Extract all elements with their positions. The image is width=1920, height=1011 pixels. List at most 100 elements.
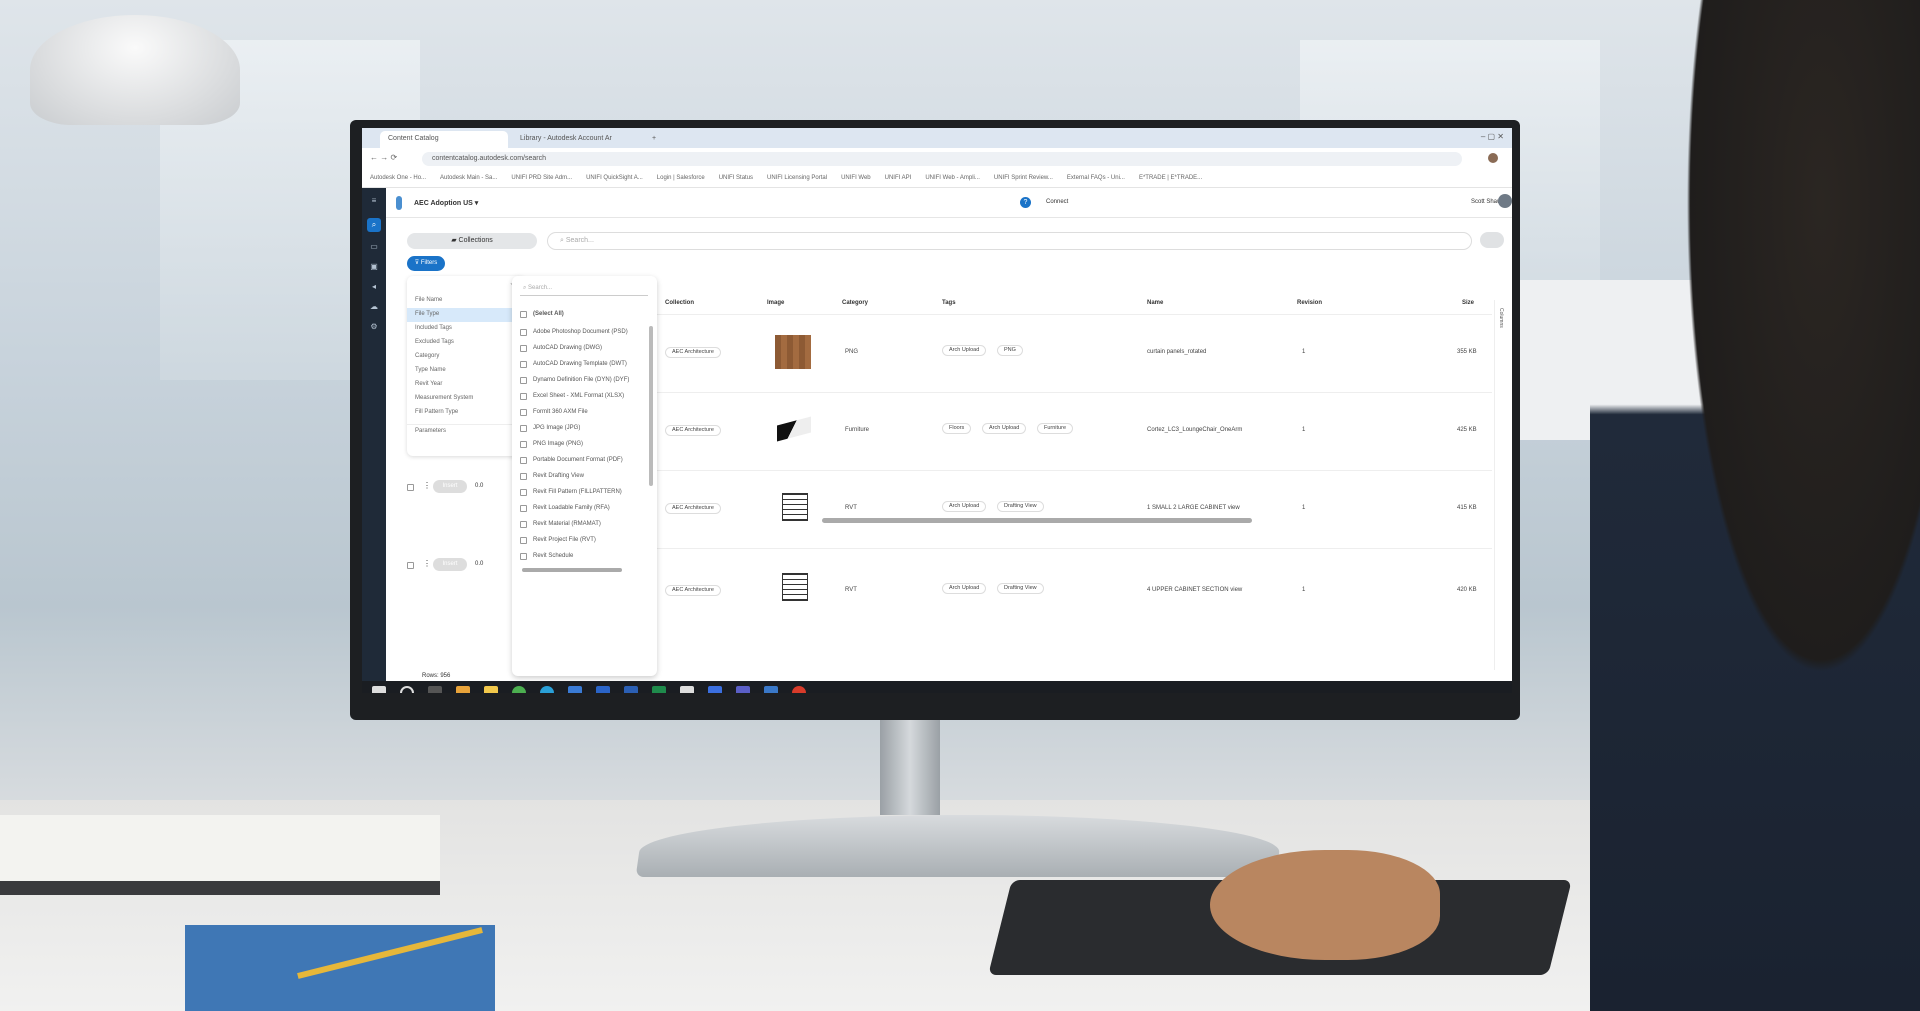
drag-handle-icon[interactable]: ⋮ (423, 481, 431, 490)
app-icon[interactable] (708, 686, 722, 693)
filter-parameters[interactable]: Parameters (407, 424, 525, 438)
new-tab-button[interactable]: + (644, 131, 664, 148)
option[interactable]: AutoCAD Drawing (DWG) (520, 340, 650, 356)
bookmark[interactable]: UNIFI QuickSight A... (586, 175, 643, 182)
option[interactable]: JPG Image (JPG) (520, 420, 650, 436)
bookmark[interactable]: UNIFI Sprint Review... (994, 175, 1053, 182)
app-icon[interactable] (568, 686, 582, 693)
megaphone-icon[interactable]: ◂ (367, 280, 381, 294)
cloud-icon[interactable]: ☁ (367, 300, 381, 314)
row-checkbox[interactable] (407, 484, 414, 491)
collections-button[interactable]: ▰ Collections (407, 233, 537, 249)
filter-fill-pattern-type[interactable]: Fill Pattern Type (407, 406, 525, 420)
checkbox[interactable] (520, 392, 527, 400)
option[interactable]: Revit Project File (RVT) (520, 532, 650, 548)
app-icon[interactable] (596, 686, 610, 693)
checkbox[interactable] (520, 328, 527, 336)
start-icon[interactable] (372, 686, 386, 693)
app-icon[interactable] (680, 686, 694, 693)
filter-type-name[interactable]: Type Name (407, 364, 525, 378)
checkbox[interactable] (520, 488, 527, 496)
filter-file-type[interactable]: File Type (407, 308, 525, 322)
name-cell[interactable]: Cortez_LC3_LoungeChair_OneArm (1147, 427, 1242, 433)
horizontal-scrollbar[interactable] (822, 518, 1252, 523)
filters-button[interactable]: ⊽ Filters (407, 256, 445, 271)
option[interactable]: Revit Drafting View (520, 468, 650, 484)
profile-avatar[interactable] (1488, 153, 1498, 163)
file-explorer-icon[interactable] (456, 686, 470, 693)
column-header-name[interactable]: Name (1147, 300, 1163, 306)
column-header-size[interactable]: Size (1462, 300, 1474, 306)
window-controls[interactable]: – ▢ ✕ (1481, 132, 1504, 141)
insert-button[interactable]: Insert (433, 480, 467, 493)
insert-button[interactable]: Insert (433, 558, 467, 571)
columns-side-panel[interactable]: Columns (1494, 300, 1504, 670)
name-cell[interactable]: 4 UPPER CABINET SECTION view (1147, 587, 1242, 593)
bookmark[interactable]: E*TRADE | E*TRADE... (1139, 175, 1202, 182)
connect-button[interactable]: Connect (1046, 199, 1068, 205)
option-select-all[interactable]: (Select All) (520, 306, 650, 322)
filter-revit-year[interactable]: Revit Year (407, 378, 525, 392)
name-cell[interactable]: 1 SMALL 2 LARGE CABINET view (1147, 505, 1240, 511)
option[interactable]: Revit Material (RMAMAT) (520, 516, 650, 532)
bookmark[interactable]: External FAQs - Uni... (1067, 175, 1125, 182)
dropdown-hscrollbar[interactable] (522, 568, 622, 572)
app-icon[interactable] (484, 686, 498, 693)
save-icon[interactable]: ▣ (367, 260, 381, 274)
bookmark[interactable]: UNIFI Web - Ampli... (925, 175, 980, 182)
column-header-image[interactable]: Image (767, 300, 784, 306)
table-row[interactable]: AEC Architecture RVT Arch Upload Draftin… (657, 470, 1492, 548)
checkbox[interactable] (520, 310, 527, 318)
option[interactable]: Adobe Photoshop Document (PSD) (520, 324, 650, 340)
help-icon[interactable]: ? (1020, 197, 1031, 208)
checkbox[interactable] (520, 520, 527, 528)
table-row[interactable]: AEC Architecture Furniture Floors Arch U… (657, 392, 1492, 470)
filter-included-tags[interactable]: Included Tags (407, 322, 525, 336)
search-icon[interactable]: ⌕ (367, 218, 381, 232)
teams-icon[interactable] (736, 686, 750, 693)
view-toggle-button[interactable] (1480, 232, 1504, 248)
checkbox[interactable] (520, 552, 527, 560)
checkbox[interactable] (520, 472, 527, 480)
dropdown-scrollbar[interactable] (649, 326, 653, 486)
settings-icon[interactable]: ⚙ (367, 320, 381, 334)
option[interactable]: Portable Document Format (PDF) (520, 452, 650, 468)
tab-library[interactable]: Library - Autodesk Account Ar (512, 131, 640, 148)
filter-file-name[interactable]: File Name (407, 294, 525, 308)
option[interactable]: PNG Image (PNG) (520, 436, 650, 452)
checkbox[interactable] (520, 344, 527, 352)
bookmark[interactable]: UNIFI Licensing Portal (767, 175, 827, 182)
menu-icon[interactable]: ≡ (367, 194, 381, 208)
option[interactable]: Excel Sheet - XML Format (XLSX) (520, 388, 650, 404)
checkbox[interactable] (520, 440, 527, 448)
outlook-icon[interactable] (624, 686, 638, 693)
checkbox[interactable] (520, 408, 527, 416)
bookmark[interactable]: Autodesk Main - Sa... (440, 175, 497, 182)
bookmark[interactable]: Login | Salesforce (657, 175, 705, 182)
bookmark[interactable]: UNIFI Status (719, 175, 753, 182)
filter-measurement-system[interactable]: Measurement System (407, 392, 525, 406)
filter-category[interactable]: Category (407, 350, 525, 364)
bookmark[interactable]: UNIFI PRD Site Adm... (511, 175, 572, 182)
bookmark[interactable]: UNIFI API (885, 175, 912, 182)
option[interactable]: Revit Fill Pattern (FILLPATTERN) (520, 484, 650, 500)
bookmark[interactable]: Autodesk One - Ho... (370, 175, 426, 182)
nav-buttons-icon[interactable]: ← → ⟳ (370, 153, 397, 162)
app-icon[interactable] (792, 686, 806, 693)
tab-content-catalog[interactable]: Content Catalog (380, 131, 508, 148)
url-input[interactable]: contentcatalog.autodesk.com/search (422, 152, 1462, 166)
chrome-icon[interactable] (512, 686, 526, 693)
task-view-icon[interactable] (428, 686, 442, 693)
account-selector[interactable]: AEC Adoption US ▾ (414, 199, 478, 207)
search-icon[interactable] (400, 686, 414, 693)
checkbox[interactable] (520, 424, 527, 432)
filter-excluded-tags[interactable]: Excluded Tags (407, 336, 525, 350)
column-header-collection[interactable]: Collection (665, 300, 694, 306)
search-input[interactable]: ⌕ Search... (547, 232, 1472, 250)
edge-icon[interactable] (540, 686, 554, 693)
option[interactable]: FormIt 360 AXM File (520, 404, 650, 420)
option[interactable]: Revit Loadable Family (RFA) (520, 500, 650, 516)
app-icon[interactable] (764, 686, 778, 693)
option[interactable]: AutoCAD Drawing Template (DWT) (520, 356, 650, 372)
checkbox[interactable] (520, 504, 527, 512)
